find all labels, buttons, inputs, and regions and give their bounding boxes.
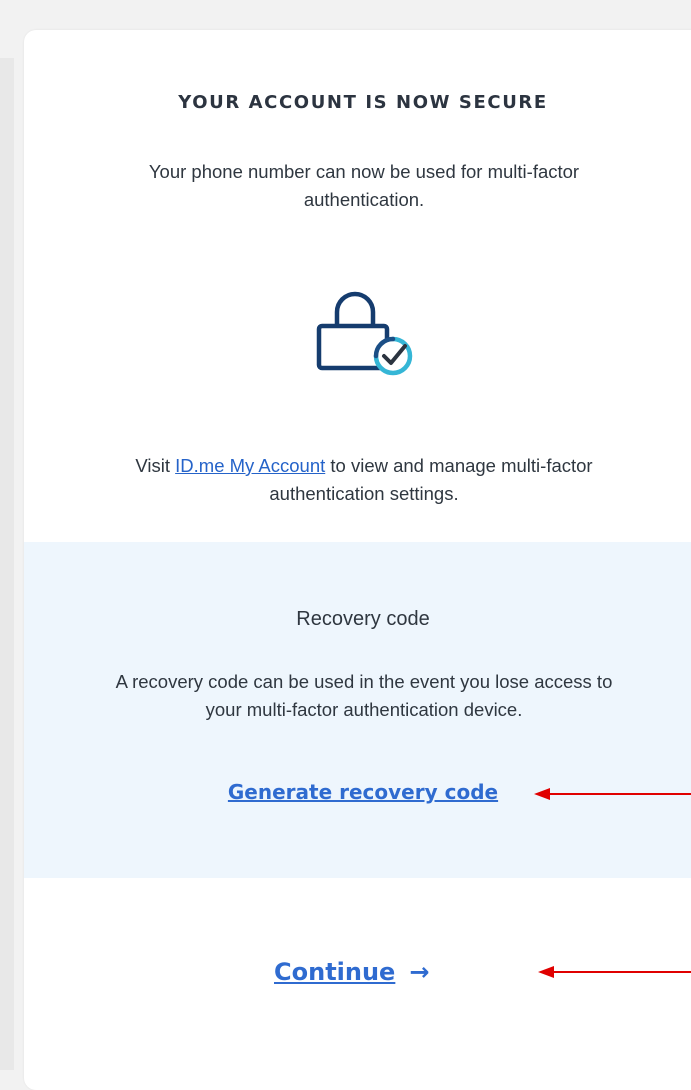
background-strip [0, 58, 14, 1070]
my-account-link[interactable]: ID.me My Account [175, 455, 325, 476]
generate-recovery-code-link[interactable]: Generate recovery code [228, 780, 498, 804]
page-title: YOUR ACCOUNT IS NOW SECURE [178, 92, 548, 113]
mfa-success-card: YOUR ACCOUNT IS NOW SECURE Your phone nu… [24, 30, 691, 1090]
annotation-arrow-icon [538, 966, 691, 978]
annotation-arrow-icon [534, 788, 691, 800]
continue-link[interactable]: Continue [274, 958, 395, 986]
success-message: Your phone number can now be used for mu… [148, 161, 580, 210]
continue-button[interactable]: Continue → [274, 958, 454, 994]
recovery-title: Recovery code [296, 608, 430, 630]
recovery-code-panel: Recovery code A recovery code can be use… [24, 542, 691, 878]
manage-settings-text: Visit ID.me My Account to view and manag… [104, 452, 624, 508]
arrow-right-icon: → [409, 958, 430, 986]
manage-prefix: Visit [135, 455, 176, 476]
recovery-description: A recovery code can be used in the event… [115, 671, 613, 720]
lock-check-icon [312, 284, 422, 384]
